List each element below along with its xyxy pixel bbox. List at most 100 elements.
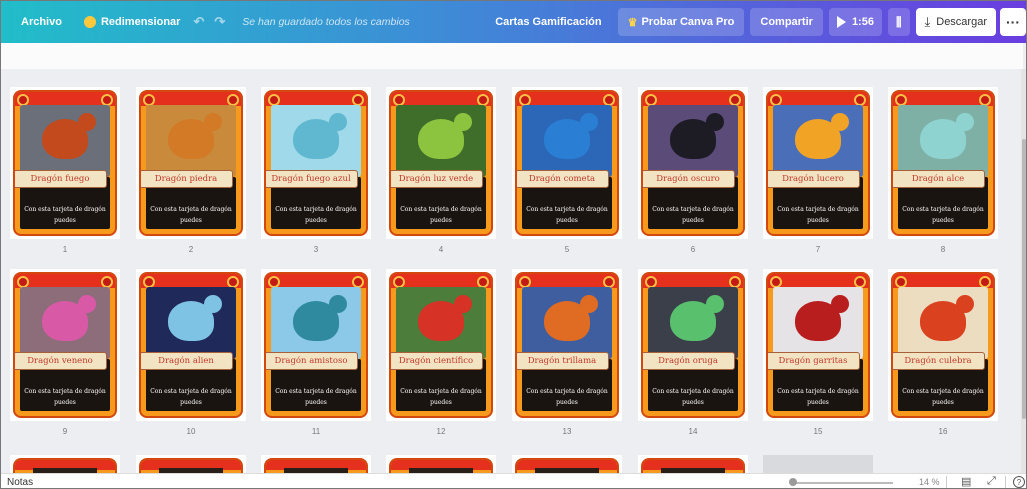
- page-thumbnail[interactable]: [386, 455, 496, 473]
- insights-icon[interactable]: ⫼: [887, 8, 910, 36]
- page-thumbnail[interactable]: [638, 455, 748, 473]
- crown-icon: [83, 16, 96, 28]
- page-thumbnail[interactable]: [136, 455, 246, 473]
- dragon-illustration: [773, 105, 863, 177]
- dragon-illustration: [648, 287, 738, 359]
- card-title-banner: Dragón garritas: [768, 352, 860, 370]
- zoom-slider[interactable]: [791, 482, 893, 484]
- dragon-icon: [418, 113, 472, 159]
- download-button[interactable]: ⤓ Descargar: [915, 8, 996, 36]
- page-thumbnail[interactable]: Dragón fuego azul Con esta tarjeta de dra…: [261, 87, 371, 239]
- page-thumbnail[interactable]: Dragón alien Con esta tarjeta de dragón p…: [136, 269, 246, 421]
- dragon-illustration: [773, 287, 863, 359]
- dragon-icon: [293, 295, 347, 341]
- resize-label: Redimensionar: [100, 16, 181, 28]
- card-header: [517, 274, 617, 288]
- page-number: 15: [813, 427, 823, 436]
- canva-editor-window: Archivo Redimensionar ↶ ↷ Se han guardad…: [0, 0, 1027, 489]
- page-thumbnail[interactable]: [10, 455, 120, 473]
- card-description: Con esta tarjeta de dragón puedes: [902, 388, 984, 406]
- page-number: 8: [940, 245, 946, 254]
- card-title-banner: Dragón alce: [893, 170, 985, 188]
- file-menu[interactable]: Archivo: [13, 8, 70, 36]
- page-thumbnail[interactable]: Dragón oruga Con esta tarjeta de dragón p…: [638, 269, 748, 421]
- page-number: 13: [562, 427, 572, 436]
- dragon-icon: [920, 295, 974, 341]
- more-options-icon[interactable]: ···: [1000, 8, 1026, 36]
- dragon-icon: [544, 113, 598, 159]
- dragon-illustration: [146, 287, 236, 359]
- dragon-icon: [795, 113, 849, 159]
- page-thumbnail[interactable]: Dragón lucero Con esta tarjeta de dragón …: [763, 87, 873, 239]
- card-title-banner: Dragón lucero: [768, 170, 860, 188]
- dragon-illustration: [522, 287, 612, 359]
- bottom-bar: Notas 14 % ▤ ⤢ ?: [1, 473, 1026, 488]
- page-thumbnail[interactable]: Dragón luz verde Con esta tarjeta de drag…: [386, 87, 496, 239]
- page-number: 7: [815, 245, 821, 254]
- play-icon: [836, 16, 846, 28]
- vertical-scrollbar[interactable]: [1021, 69, 1026, 473]
- notes-button[interactable]: Notas: [7, 477, 33, 488]
- help-icon[interactable]: ?: [1013, 476, 1025, 488]
- resize-button[interactable]: Redimensionar: [76, 8, 188, 36]
- page-thumbnail[interactable]: Dragón cometa Con esta tarjeta de dragón …: [512, 87, 622, 239]
- scrollbar-thumb[interactable]: [1022, 139, 1026, 419]
- card-header: [15, 92, 115, 106]
- card-description: Con esta tarjeta de dragón puedes: [24, 388, 106, 406]
- add-page-placeholder[interactable]: [763, 455, 873, 473]
- dragon-illustration: [522, 105, 612, 177]
- page-thumbnail[interactable]: Dragón garritas Con esta tarjeta de dragó…: [763, 269, 873, 421]
- card-frame: Dragón amistoso Con esta tarjeta de dragó…: [264, 272, 368, 418]
- page-number: 9: [62, 427, 68, 436]
- page-thumbnail[interactable]: Dragón oscuro Con esta tarjeta de dragón …: [638, 87, 748, 239]
- card-frame: [264, 458, 368, 473]
- page-thumbnail[interactable]: Dragón amistoso Con esta tarjeta de dragó…: [261, 269, 371, 421]
- card-frame: Dragón científico Con esta tarjeta de dra…: [389, 272, 493, 418]
- page-thumbnail[interactable]: [512, 455, 622, 473]
- card-header: [768, 274, 868, 288]
- page-thumbnail[interactable]: Dragón científico Con esta tarjeta de dra…: [386, 269, 496, 421]
- page-number: 11: [311, 427, 321, 436]
- page-number: 6: [690, 245, 696, 254]
- card-frame: Dragón cometa Con esta tarjeta de dragón …: [515, 90, 619, 236]
- file-menu-label: Archivo: [21, 16, 62, 28]
- page-thumbnail[interactable]: Dragón culebra Con esta tarjeta de dragón…: [888, 269, 998, 421]
- redo-icon[interactable]: ↷: [209, 8, 230, 36]
- page-thumbnail[interactable]: Dragón piedra Con esta tarjeta de dragón …: [136, 87, 246, 239]
- dragon-icon: [544, 295, 598, 341]
- zoom-level[interactable]: 14 %: [919, 477, 940, 487]
- card-frame: [13, 458, 117, 473]
- card-frame: Dragón fuego Con esta tarjeta de dragón p…: [13, 90, 117, 236]
- card-title-banner: Dragón amistoso: [266, 352, 358, 370]
- grid-view-icon[interactable]: ▤: [961, 475, 971, 488]
- try-pro-button[interactable]: ♛ Probar Canva Pro: [617, 8, 745, 36]
- dragon-icon: [670, 295, 724, 341]
- page-thumbnail[interactable]: Dragón veneno Con esta tarjeta de dragón …: [10, 269, 120, 421]
- design-title[interactable]: Cartas Gamificación: [487, 8, 609, 36]
- card-description: Con esta tarjeta de dragón puedes: [652, 388, 734, 406]
- undo-icon[interactable]: ↶: [188, 8, 209, 36]
- present-button[interactable]: 1:56: [828, 8, 882, 36]
- dragon-illustration: [648, 105, 738, 177]
- card-title-banner: Dragón fuego azul: [266, 170, 358, 188]
- dragon-icon: [293, 113, 347, 159]
- card-description: Con esta tarjeta de dragón puedes: [275, 388, 357, 406]
- fullscreen-icon[interactable]: ⤢: [987, 475, 996, 488]
- dragon-illustration: [20, 287, 110, 359]
- dragon-illustration: [271, 287, 361, 359]
- page-thumbnail[interactable]: Dragón trillama Con esta tarjeta de dragó…: [512, 269, 622, 421]
- card-frame: [515, 458, 619, 473]
- page-thumbnail[interactable]: Dragón alce Con esta tarjeta de dragón pu…: [888, 87, 998, 239]
- card-description: Con esta tarjeta de dragón puedes: [400, 388, 482, 406]
- zoom-slider-handle[interactable]: [789, 478, 797, 486]
- page-thumbnail[interactable]: Dragón fuego Con esta tarjeta de dragón p…: [10, 87, 120, 239]
- card-description: Con esta tarjeta de dragón puedes: [526, 388, 608, 406]
- card-header: [893, 274, 993, 288]
- card-frame: Dragón trillama Con esta tarjeta de dragó…: [515, 272, 619, 418]
- pages-grid-view[interactable]: Dragón fuego Con esta tarjeta de dragón p…: [1, 69, 1023, 473]
- top-toolbar: Archivo Redimensionar ↶ ↷ Se han guardad…: [1, 1, 1026, 43]
- download-icon: ⤓: [924, 14, 931, 29]
- share-button[interactable]: Compartir: [750, 8, 823, 36]
- page-thumbnail[interactable]: [261, 455, 371, 473]
- page-number: 16: [938, 427, 948, 436]
